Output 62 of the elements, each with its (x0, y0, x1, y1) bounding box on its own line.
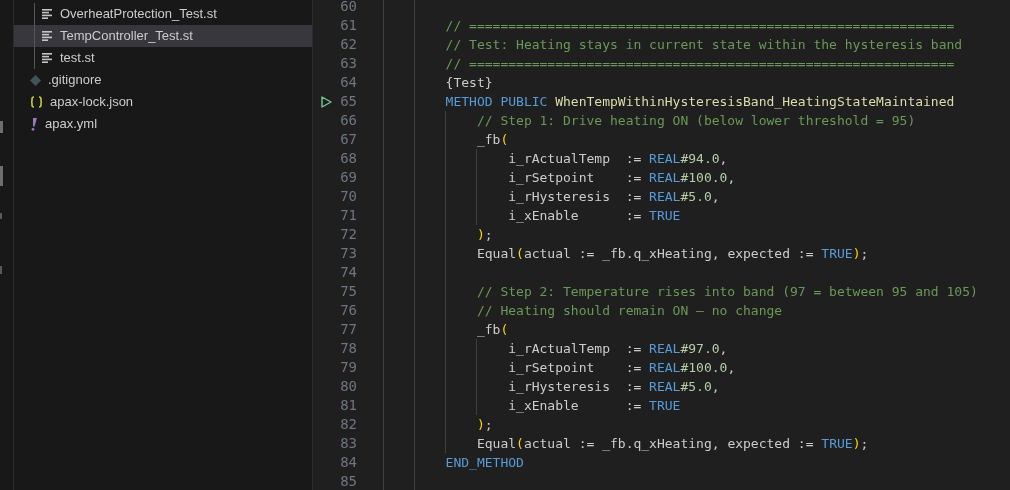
line-number: 82 (339, 415, 357, 434)
line-number: 62 (339, 35, 357, 54)
code-line: ); (475, 415, 493, 434)
file-item[interactable]: test.st (14, 47, 312, 69)
code-line: i_xEnable := TRUE (507, 206, 681, 225)
code-line: // Step 1: Drive heating ON (below lower threshold = 95) (475, 111, 916, 130)
line-number: 68 (339, 149, 357, 168)
line-number: 64 (339, 73, 357, 92)
line-number: 71 (339, 206, 357, 225)
line-number: 74 (339, 263, 357, 282)
line-number: 70 (339, 187, 357, 206)
code-line: i_rHysteresis := REAL#5.0, (507, 187, 720, 206)
line-number: 76 (339, 301, 357, 320)
code-line: END_METHOD (444, 453, 524, 472)
line-number: 61 (339, 16, 357, 35)
exclamation-icon (30, 117, 38, 131)
run-test-icon[interactable] (320, 95, 332, 108)
line-number: 65 (339, 92, 357, 111)
code-line: _fb( (475, 320, 509, 339)
code-line: i_rActualTemp := REAL#94.0, (507, 149, 728, 168)
line-number: 81 (339, 396, 357, 415)
lines-icon (42, 53, 53, 63)
code-line: {Test} (444, 73, 493, 92)
line-number: 69 (339, 168, 357, 187)
line-number: 84 (339, 453, 357, 472)
file-item[interactable]: OverheatProtection_Test.st (14, 3, 312, 25)
file-item[interactable]: apax-lock.json (14, 91, 312, 113)
line-number: 72 (339, 225, 357, 244)
line-number: 67 (339, 130, 357, 149)
code-line: _fb( (475, 130, 509, 149)
line-number: 63 (339, 54, 357, 73)
file-item[interactable]: apax.yml (14, 113, 312, 135)
lines-icon (42, 9, 53, 19)
code-line: i_rSetpoint := REAL#100.0, (507, 168, 736, 187)
line-number: 78 (339, 339, 357, 358)
code-line: Equal(actual := _fb.q_xHeating, expected := TRUE); (475, 434, 869, 453)
file-item[interactable]: .gitignore (14, 69, 312, 91)
line-number: 85 (339, 472, 357, 490)
code-line: // Test: Heating stays in current state within the hysteresis band (444, 35, 963, 54)
line-number: 79 (339, 358, 357, 377)
line-number: 77 (339, 320, 357, 339)
code-line: i_rActualTemp := REAL#97.0, (507, 339, 728, 358)
code-line: i_rHysteresis := REAL#5.0, (507, 377, 720, 396)
code-line: i_xEnable := TRUE (507, 396, 681, 415)
file-item[interactable]: TempController_Test.st (14, 25, 312, 47)
diamond-icon (30, 74, 41, 86)
line-number: 60 (339, 0, 357, 16)
lines-icon (42, 31, 53, 41)
braces-icon (30, 96, 43, 108)
code-line: Equal(actual := _fb.q_xHeating, expected := TRUE); (475, 244, 869, 263)
code-line: ); (475, 225, 493, 244)
line-number: 73 (339, 244, 357, 263)
code-line: // Step 2: Temperature rises into band (97 = between 95 and 105) (475, 282, 978, 301)
line-number: 83 (339, 434, 357, 453)
line-number: 66 (339, 111, 357, 130)
code-line: i_rSetpoint := REAL#100.0, (507, 358, 736, 377)
code-line: // ============================================================== (444, 16, 955, 35)
line-number: 80 (339, 377, 357, 396)
line-number: 75 (339, 282, 357, 301)
code-line: // Heating should remain ON — no change (475, 301, 783, 320)
code-line: // ============================================================== (444, 54, 955, 73)
code-line: METHOD PUBLIC WhenTempWithinHysteresisBand_HeatingStateMaintained (444, 92, 955, 111)
